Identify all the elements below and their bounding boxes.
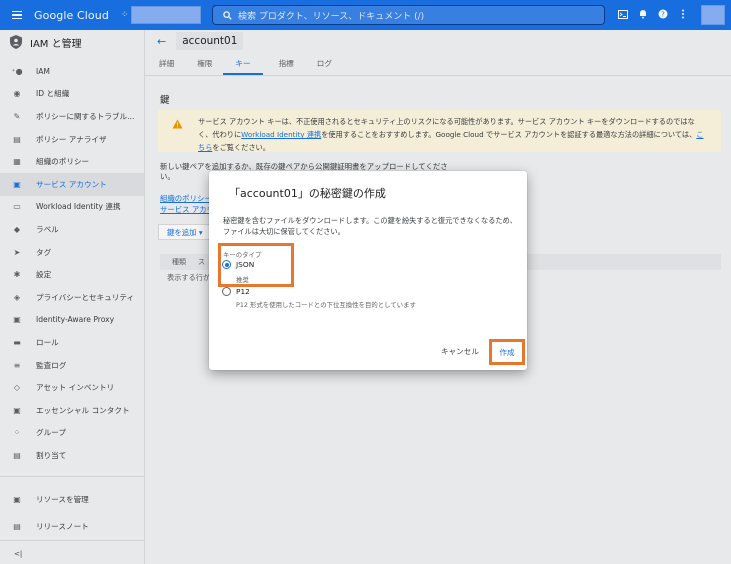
create-private-key-dialog: 「account01」の秘密鍵の作成 秘密鍵を含むファイルをダウンロードします。… xyxy=(209,171,527,370)
radio-p12[interactable]: P12 xyxy=(222,287,250,296)
cancel-button[interactable]: キャンセル xyxy=(441,346,479,357)
create-button-label: 作成 xyxy=(499,347,515,357)
dialog-title: 「account01」の秘密鍵の作成 xyxy=(229,187,386,200)
radio-button-unchecked[interactable] xyxy=(222,287,231,296)
json-highlight-box xyxy=(218,243,294,287)
radio-sub-p12: P12 形式を使用したコードとの下位互換性を目的としています xyxy=(236,301,416,309)
create-button[interactable]: 作成 xyxy=(489,339,525,365)
dialog-description: 秘密鍵を含むファイルをダウンロードします。この鍵を紛失すると復元できなくなるため… xyxy=(223,216,517,236)
radio-label-p12: P12 xyxy=(236,287,250,296)
